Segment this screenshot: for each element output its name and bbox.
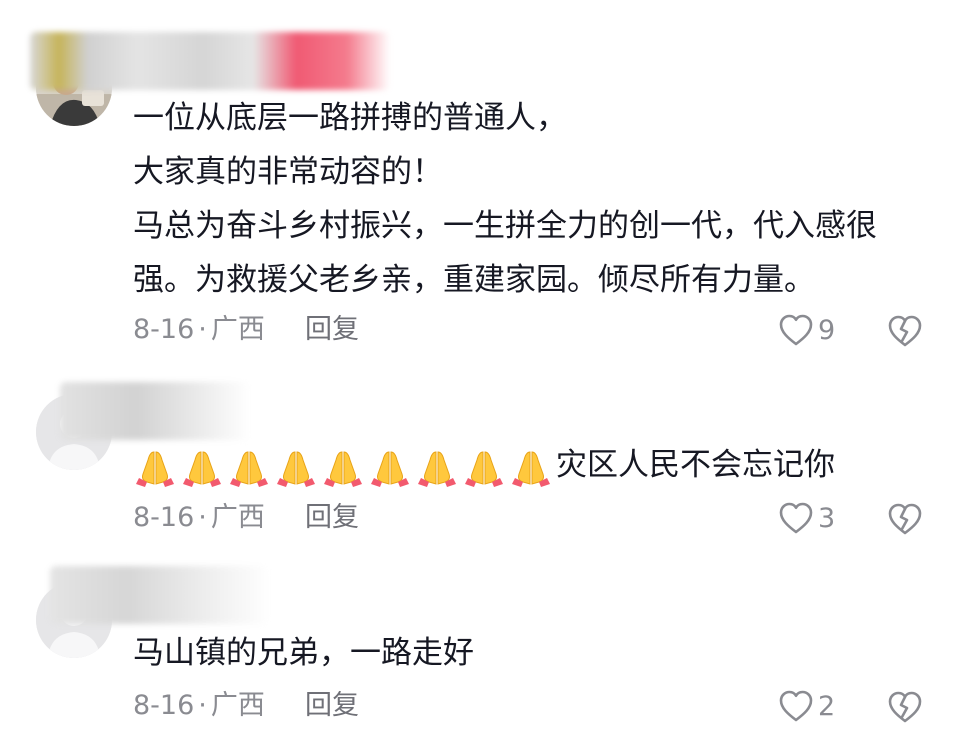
- comment-text-line: 强。为救援父老乡亲，重建家园。倾尽所有力量。: [133, 262, 815, 298]
- folded-hands-emoji-icon: [418, 451, 456, 487]
- comment-region: 广西: [210, 314, 265, 345]
- comment-text-content: 灾区人民不会忘记你: [556, 447, 835, 483]
- reply-button[interactable]: 回复: [305, 310, 359, 350]
- username-redacted: [30, 32, 390, 90]
- comment-text-line: 马总为奋斗乡村振兴，一生拼全力的创一代，代入感很: [133, 208, 877, 244]
- comment-date: 8-16: [133, 690, 195, 721]
- comment-text-line: 大家真的非常动容的！: [133, 154, 443, 190]
- broken-heart-icon[interactable]: [887, 689, 923, 725]
- reply-button[interactable]: 回复: [305, 686, 359, 726]
- like-count: 9: [818, 314, 836, 346]
- comment-region: 广西: [210, 502, 265, 533]
- comment-meta: 8-16 · 广西 回复: [133, 498, 359, 538]
- reply-button[interactable]: 回复: [305, 498, 359, 538]
- like-count: 2: [818, 690, 836, 722]
- heart-icon: [779, 690, 813, 722]
- comment-region: 广西: [210, 690, 265, 721]
- like-button[interactable]: 3: [778, 498, 835, 538]
- username-redacted: [50, 566, 270, 624]
- folded-hands-emoji-icon: [465, 451, 503, 487]
- username-redacted: [60, 382, 250, 440]
- folded-hands-emoji-icon: [136, 451, 174, 487]
- broken-heart-icon[interactable]: [887, 313, 923, 349]
- folded-hands-emoji-icon: [183, 451, 221, 487]
- broken-heart-icon[interactable]: [887, 501, 923, 537]
- folded-hands-emoji-icon: [324, 451, 362, 487]
- heart-icon: [779, 502, 813, 534]
- folded-hands-emoji-icon: [230, 451, 268, 487]
- meta-separator: ·: [198, 690, 207, 721]
- meta-separator: ·: [198, 502, 207, 533]
- comment-text: 灾区人民不会忘记你: [133, 438, 923, 494]
- comment-text-line: 一位从底层一路拼搏的普通人，: [133, 100, 567, 136]
- like-count: 3: [818, 502, 836, 534]
- comment-date: 8-16: [133, 314, 195, 345]
- like-button[interactable]: 9: [778, 310, 835, 350]
- emoji-group: [133, 440, 556, 494]
- folded-hands-emoji-icon: [512, 451, 550, 487]
- like-button[interactable]: 2: [778, 686, 835, 726]
- comment-text: 马山镇的兄弟，一路走好: [133, 626, 923, 680]
- comment-meta: 8-16 · 广西 回复: [133, 310, 359, 350]
- comment-text-content: 马山镇的兄弟，一路走好: [133, 635, 474, 671]
- meta-separator: ·: [198, 314, 207, 345]
- heart-icon: [779, 314, 813, 346]
- comment-meta: 8-16 · 广西 回复: [133, 686, 359, 726]
- folded-hands-emoji-icon: [371, 451, 409, 487]
- folded-hands-emoji-icon: [277, 451, 315, 487]
- comment-text: 一位从底层一路拼搏的普通人， 大家真的非常动容的！ 马总为奋斗乡村振兴，一生拼全…: [133, 91, 923, 307]
- comment-date: 8-16: [133, 502, 195, 533]
